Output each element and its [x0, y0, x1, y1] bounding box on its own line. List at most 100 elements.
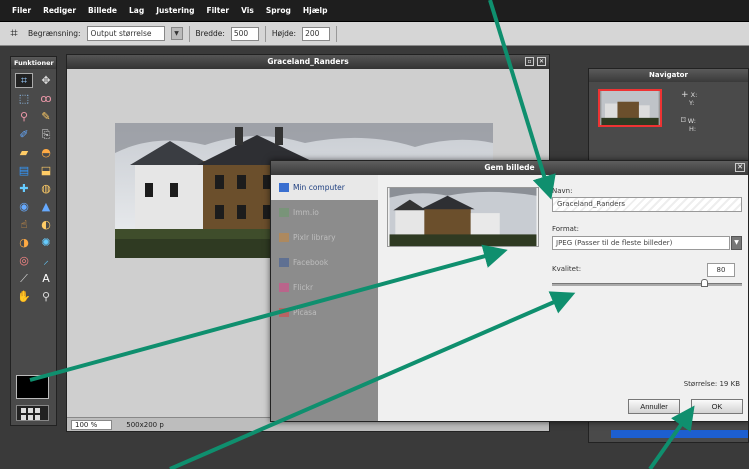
smudge-icon[interactable]: ☝	[15, 217, 33, 232]
swatch-dot	[21, 408, 26, 413]
menu-bar: Filer Rediger Billede Lag Justering Filter Vis…	[0, 0, 749, 22]
navigator-thumbnail[interactable]	[598, 89, 662, 127]
limit-select[interactable]: Output størrelse	[86, 26, 165, 41]
dodge-icon[interactable]: ◐	[37, 217, 55, 232]
move-icon[interactable]: ✥	[37, 73, 55, 88]
zoom-icon[interactable]: ⚲	[37, 289, 55, 304]
separator	[264, 25, 266, 42]
save-source-image[interactable]: Imm.io	[271, 200, 378, 225]
size-icon: ⌑	[681, 116, 686, 126]
swatch-dot	[21, 415, 26, 420]
image-dimensions: 500x200 p	[126, 420, 164, 429]
width-input[interactable]: 500	[230, 26, 259, 41]
sharpen-icon[interactable]: ▲	[37, 199, 55, 214]
navigator-readout: + X: Y: ⌑ W: H:	[681, 90, 698, 134]
width-label: Bredde:	[195, 29, 225, 38]
marquee-icon[interactable]: ⬚	[15, 91, 33, 106]
separator	[188, 25, 190, 42]
quality-label: Kvalitet:	[552, 265, 582, 273]
image-window-titlebar[interactable]: Graceland_Randers ▫ ✕	[67, 55, 549, 69]
save-dialog-title: Gem billede	[484, 163, 535, 172]
bucket-icon[interactable]: ◓	[37, 145, 55, 160]
menu-item[interactable]: Filer	[6, 6, 37, 15]
quality-slider-handle[interactable]	[701, 279, 708, 287]
chevron-down-icon[interactable]: ▼	[170, 27, 183, 40]
pinch-icon[interactable]: ✺	[37, 235, 55, 250]
name-input[interactable]: Graceland_Randers	[552, 197, 742, 212]
crop-icon[interactable]: ⌗	[6, 26, 22, 41]
library-icon	[279, 233, 289, 242]
height-label: Højde:	[271, 29, 297, 38]
facebook-icon	[279, 258, 289, 267]
eraser-icon[interactable]: ▰	[15, 145, 33, 160]
ok-button[interactable]: OK	[691, 399, 743, 414]
save-source-label: Imm.io	[293, 208, 319, 217]
computer-icon	[279, 183, 289, 192]
quality-slider-track[interactable]	[552, 283, 742, 286]
save-source-facebook[interactable]: Facebook	[271, 250, 378, 275]
image-icon	[279, 208, 289, 217]
zoom-input[interactable]: 100 %	[71, 419, 113, 430]
stamp-icon[interactable]: ⬓	[37, 163, 55, 178]
save-source-computer[interactable]: Min computer	[271, 175, 378, 200]
quality-input[interactable]: 80	[707, 263, 735, 277]
lasso-icon[interactable]: ꝏ	[37, 91, 55, 106]
limit-label: Begrænsning:	[28, 29, 81, 38]
gradient-icon[interactable]: ▤	[15, 163, 33, 178]
save-source-label: Min computer	[293, 183, 345, 192]
menu-item[interactable]: Lag	[123, 6, 150, 15]
height-input[interactable]: 200	[302, 26, 331, 41]
blur-icon[interactable]: ◉	[15, 199, 33, 214]
color-swatch[interactable]	[16, 375, 49, 399]
flickr-icon	[279, 283, 289, 292]
menu-item[interactable]: Sprog	[260, 6, 297, 15]
file-size-text: Størrelse: 19 KB	[683, 380, 740, 388]
cancel-button[interactable]: Annuller	[628, 399, 680, 414]
menu-item[interactable]: Vis	[235, 6, 260, 15]
swatches-button[interactable]	[16, 405, 49, 421]
redeye-icon[interactable]: ◎	[15, 253, 33, 268]
separator	[336, 25, 338, 42]
tools-panel: Funktioner ⌗ ✥ ⬚ ꝏ ⚲ ✎ ✐ ⎘ ▰ ◓ ▤ ⬓ ✚ ◍ ◉ ▲ ☝ ◐ ◑ ✺ ◎ ⸝ ⟋ A ✋ ⚲	[10, 56, 57, 426]
burn-icon[interactable]: ◑	[15, 235, 33, 250]
save-preview-thumbnail	[387, 187, 539, 247]
save-source-label: Flickr	[293, 283, 314, 292]
menu-item[interactable]: Filter	[200, 6, 235, 15]
image-window-title: Graceland_Randers	[267, 57, 349, 66]
save-source-picasa[interactable]: Picasa	[271, 300, 378, 325]
navigator-bar	[611, 430, 748, 438]
save-source-library[interactable]: Pixlr library	[271, 225, 378, 250]
swatch-dot	[35, 415, 40, 420]
format-select[interactable]: JPEG (Passer til de fleste billeder)	[552, 236, 730, 250]
chevron-down-icon[interactable]: ▼	[731, 236, 742, 250]
save-source-list: Min computer Imm.io Pixlr library Facebook F…	[271, 175, 378, 421]
menu-item[interactable]: Billede	[82, 6, 123, 15]
sponge-icon[interactable]: ◍	[37, 181, 55, 196]
format-label: Format:	[552, 225, 580, 233]
wand-icon[interactable]: ⚲	[15, 109, 33, 124]
clone-icon[interactable]: ⎘	[37, 127, 55, 142]
menu-item[interactable]: Rediger	[37, 6, 82, 15]
save-source-label: Picasa	[293, 308, 317, 317]
save-source-flickr[interactable]: Flickr	[271, 275, 378, 300]
navigator-title: Navigator	[589, 69, 748, 82]
heal-icon[interactable]: ✚	[15, 181, 33, 196]
name-label: Navn:	[552, 187, 573, 195]
brush-icon[interactable]: ✐	[15, 127, 33, 142]
save-dialog-titlebar[interactable]: Gem billede ✕	[271, 161, 748, 175]
swatch-dot	[28, 415, 33, 420]
hand-icon[interactable]: ✋	[15, 289, 33, 304]
picker-icon[interactable]: ⟋	[15, 271, 33, 286]
eyedropper-icon[interactable]: ⸝	[37, 253, 55, 268]
crop-icon[interactable]: ⌗	[15, 73, 33, 88]
menu-item[interactable]: Justering	[150, 6, 200, 15]
maximize-icon[interactable]: ▫	[525, 57, 534, 66]
pencil-icon[interactable]: ✎	[37, 109, 55, 124]
save-source-label: Pixlr library	[293, 233, 336, 242]
text-icon[interactable]: A	[37, 271, 55, 286]
close-icon[interactable]: ✕	[735, 163, 745, 172]
close-icon[interactable]: ✕	[537, 57, 546, 66]
crosshair-icon: +	[681, 90, 689, 100]
save-dialog: Gem billede ✕ Min computer Imm.io Pixlr li…	[270, 160, 749, 422]
menu-item[interactable]: Hjælp	[297, 6, 334, 15]
